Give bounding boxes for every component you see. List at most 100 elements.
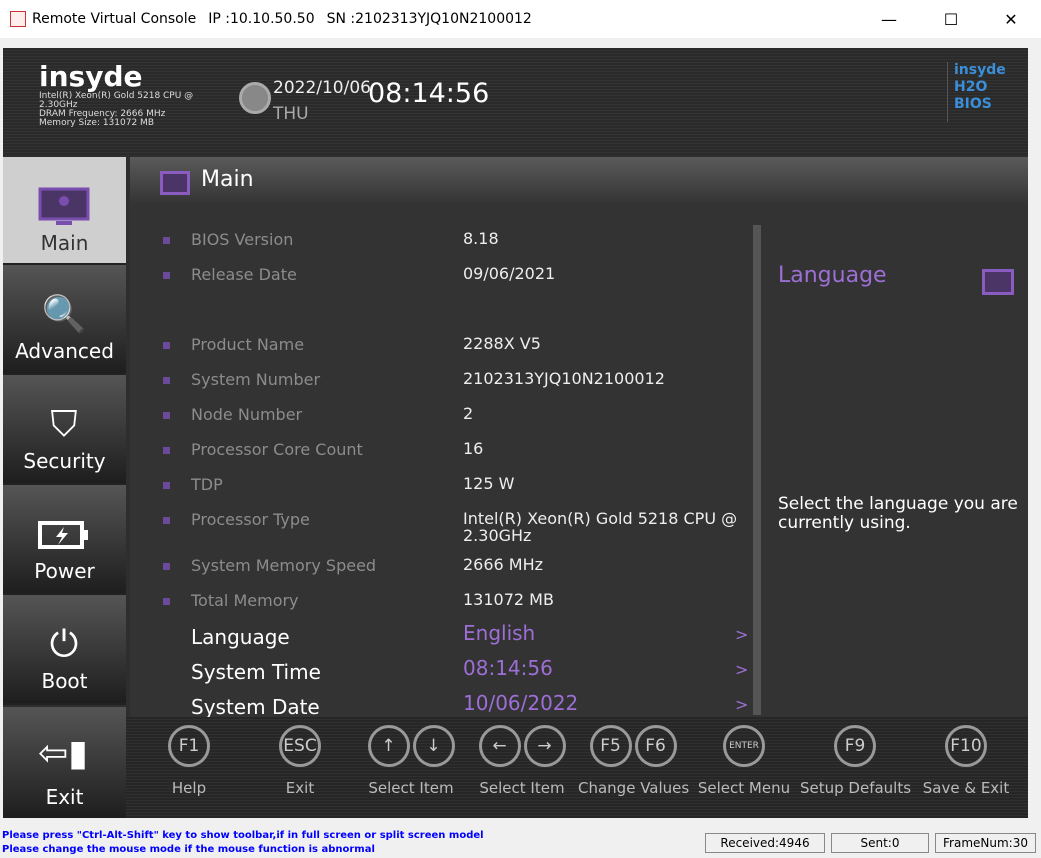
sidebar-label: Exit [45,785,84,809]
key-hint: ← → Select Item [467,725,577,797]
search-document-icon: 🔍 [41,294,87,335]
cpu-info: Intel(R) Xeon(R) Gold 5218 CPU @ 2.30GHz [39,91,194,110]
window-sn: SN :2102313YJQ10N2100012 [326,11,532,27]
bullet-icon [163,377,170,384]
info-value: 125 W [463,474,515,493]
sidebar-item-advanced[interactable]: 🔍 Advanced [3,265,126,375]
info-label: Release Date [191,265,297,284]
shield-icon: ⛉ [50,404,78,445]
info-label: Processor Type [191,510,310,529]
key-hint-label: Save & Exit [922,779,1010,797]
page-title: Main [130,157,1028,205]
sidebar-label: Security [23,449,106,473]
window-title: Remote Virtual Console [32,11,197,27]
info-value: 2102313YJQ10N2100012 [463,369,665,388]
key-hint: F1 Help [134,725,244,797]
info-value: 2666 MHz [463,555,544,574]
sidebar-item-power[interactable]: Power [3,485,126,595]
key-hint: F9 Setup Defaults [800,725,912,797]
key-icon: ↓ [412,725,455,767]
header-date: 2022/10/06 [273,78,371,98]
key-icon: F10 [945,725,987,767]
monitor-icon [38,187,90,227]
chevron-right-icon: > [735,625,749,644]
key-hint: F10 Save & Exit [911,725,1021,797]
info-value: 09/06/2021 [463,264,556,283]
sent-counter: Sent:0 [831,833,929,853]
info-value: 16 [463,439,484,458]
setting-label: System Time [191,660,321,684]
sidebar-item-security[interactable]: ⛉ Security [3,375,126,485]
key-icon: F5 [589,725,632,767]
exit-door-icon: ⇦▮ [38,733,88,774]
info-label: TDP [191,475,223,494]
main-panel: Main BIOS Version 8.18 Release Date 09/06/2… [130,157,1028,719]
info-value: 2288X V5 [463,334,541,353]
sidebar-label: Boot [41,669,88,693]
system-info: Intel(R) Xeon(R) Gold 5218 CPU @ 2.30GHz… [39,92,209,128]
help-text: Select the language you are currently us… [778,494,1018,533]
info-label: Total Memory [191,591,299,610]
key-hint-label: Help [171,779,207,797]
key-hint: F5 F6 Change Values [578,725,690,797]
power-icon: ⏻ [49,624,79,665]
bullet-icon [163,342,170,349]
sidebar: Main 🔍 Advanced ⛉ Security Power ⏻ Boot [3,157,126,705]
key-hint-label: Select Item [479,779,565,797]
status-message-mouse: Please change the mouse mode if the mous… [2,844,375,855]
info-label: Node Number [191,405,303,424]
sidebar-item-boot[interactable]: ⏻ Boot [3,595,126,705]
setting-label: Language [191,625,290,649]
monitor-icon [160,171,190,195]
bullet-icon [163,412,170,419]
insyde-logo: insyde [39,60,143,93]
info-label: BIOS Version [191,230,294,249]
key-icon: ← [478,725,521,767]
key-hint-label: Exit [285,779,315,797]
close-button[interactable]: ✕ [988,0,1034,38]
bios-screen[interactable]: insyde Intel(R) Xeon(R) Gold 5218 CPU @ … [3,48,1028,818]
key-hint-label: Change Values [578,779,690,797]
brand-text: insyde H2O BIOS [954,62,1006,112]
clock-icon [239,82,271,114]
key-icon: → [523,725,566,767]
frame-counter: FrameNum:30 [935,833,1036,853]
maximize-button[interactable]: ☐ [928,0,974,38]
memory-info: Memory Size: 131072 MB [39,118,154,128]
info-value: 131072 MB [463,590,554,609]
status-message-toolbar: Please press "Ctrl-Alt-Shift" key to sho… [2,830,484,841]
info-value: 2 [463,404,474,423]
key-hint-label: Setup Defaults [800,779,912,797]
sidebar-label: Main [40,231,89,255]
chevron-right-icon: > [735,660,749,679]
setting-value[interactable]: 08:14:56 [463,658,743,678]
minimize-button[interactable]: — [866,0,912,38]
info-value: Intel(R) Xeon(R) Gold 5218 CPU @ 2.30GHz [463,509,738,545]
title-bar: Remote Virtual Console IP :10.10.50.50 S… [0,0,1041,38]
monitor-icon [982,269,1014,295]
bullet-icon [163,598,170,605]
setting-label: System Date [191,695,320,719]
bullet-icon [163,563,170,570]
header-time: 08:14:56 [368,78,490,109]
bullet-icon [163,447,170,454]
bullet-icon [163,272,170,279]
window-ip: IP :10.10.50.50 [208,11,315,27]
bullet-icon [163,482,170,489]
scrollbar[interactable] [753,225,761,715]
h2o-bios-logo: insyde H2O BIOS [947,62,1017,122]
setting-value[interactable]: 10/06/2022 [463,693,743,713]
bullet-icon [163,237,170,244]
sidebar-item-exit[interactable]: ⇦▮ Exit [3,707,126,818]
java-icon [10,11,26,27]
bios-header: insyde Intel(R) Xeon(R) Gold 5218 CPU @ … [3,48,1028,155]
info-value: 8.18 [463,229,499,248]
chevron-right-icon: > [735,695,749,714]
sidebar-label: Advanced [15,339,114,363]
status-bar: Please press "Ctrl-Alt-Shift" key to sho… [0,828,1041,858]
setting-value[interactable]: English [463,623,743,643]
sidebar-item-main[interactable]: Main [3,157,126,265]
help-title: Language [778,263,887,288]
key-icon: F1 [168,725,210,767]
page-title-text: Main [201,167,254,192]
